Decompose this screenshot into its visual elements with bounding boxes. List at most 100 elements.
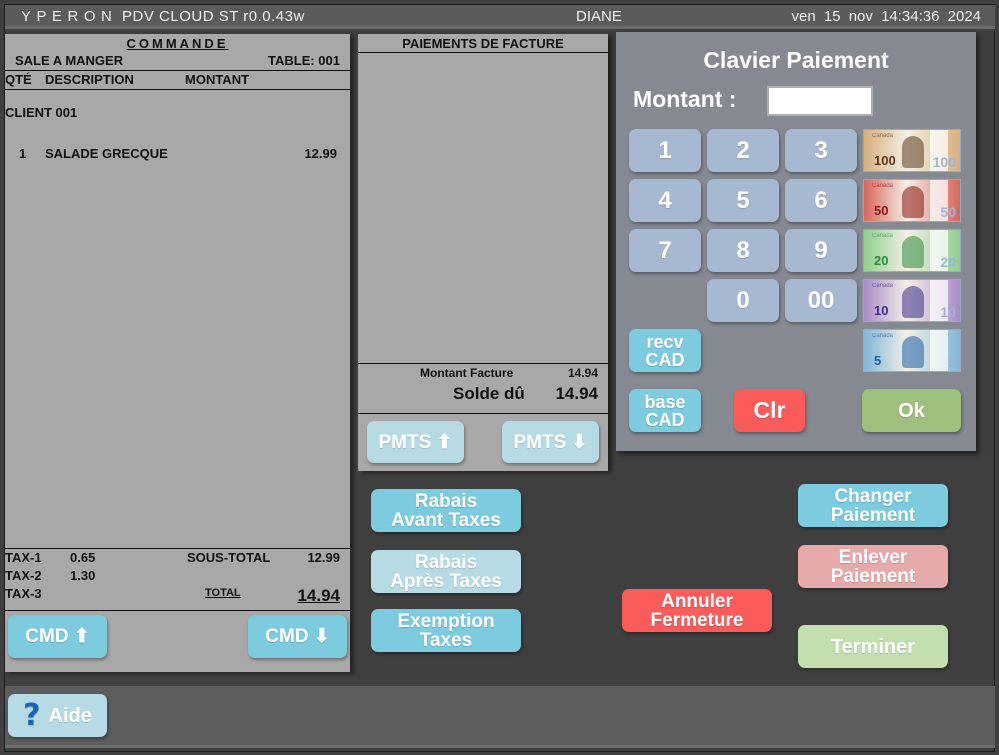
bill-country: Canada bbox=[872, 233, 894, 239]
remove-payment-button[interactable]: Enlever Paiement bbox=[798, 545, 948, 588]
dining-room: SALE A MANGER bbox=[15, 53, 124, 68]
tax-value: 1.30 bbox=[70, 568, 96, 583]
divider bbox=[358, 363, 608, 364]
finish-button[interactable]: Terminer bbox=[798, 625, 948, 668]
key-7[interactable]: 7 bbox=[629, 229, 701, 272]
key-4[interactable]: 4 bbox=[629, 179, 701, 222]
divider bbox=[358, 413, 608, 414]
bill-portrait-icon bbox=[902, 236, 924, 268]
bill-10-button[interactable]: Canada 10 10 bbox=[863, 279, 961, 322]
brand-name: YPERON bbox=[21, 8, 118, 25]
client-label: CLIENT 001 bbox=[5, 105, 78, 120]
app-title: YPERON PDV CLOUD ST r0.0.43w bbox=[21, 8, 305, 25]
payment-keypad-panel: Clavier Paiement Montant : 1 2 3 4 5 6 7… bbox=[616, 32, 976, 451]
key-8[interactable]: 8 bbox=[707, 229, 779, 272]
bill-corner-value: 50 bbox=[940, 204, 956, 220]
amount-input[interactable] bbox=[767, 86, 873, 116]
order-title: COMMANDE bbox=[126, 36, 229, 51]
item-qty: 1 bbox=[19, 146, 27, 161]
clear-button[interactable]: Clr bbox=[734, 389, 805, 432]
bill-country: Canada bbox=[872, 183, 894, 189]
bill-country: Canada bbox=[872, 333, 894, 339]
tax-exemption-button[interactable]: Exemption Taxes bbox=[371, 609, 521, 652]
bill-portrait-icon bbox=[902, 286, 924, 318]
title-bar: YPERON PDV CLOUD ST r0.0.43w DIANE ven 1… bbox=[5, 5, 995, 29]
payments-panel: PAIEMENTS DE FACTURE Montant Facture 14.… bbox=[358, 34, 608, 471]
divider bbox=[5, 610, 350, 611]
key-2[interactable]: 2 bbox=[707, 129, 779, 172]
button-line: Enlever bbox=[838, 546, 908, 568]
divider bbox=[5, 548, 350, 549]
user-name: DIANE bbox=[576, 8, 622, 25]
divider bbox=[5, 89, 350, 90]
discount-before-tax-button[interactable]: Rabais Avant Taxes bbox=[371, 489, 521, 532]
bill-denomination: 100 bbox=[874, 153, 896, 168]
button-line: Paiement bbox=[830, 565, 916, 587]
keypad-title: Clavier Paiement bbox=[703, 47, 889, 73]
recv-cad-line2: CAD bbox=[645, 349, 685, 370]
payments-scroll-down-button[interactable]: PMTS ⬇ bbox=[502, 421, 599, 463]
bill-denomination: 20 bbox=[874, 253, 889, 268]
bill-denomination: 5 bbox=[874, 353, 882, 368]
payments-list[interactable] bbox=[358, 53, 608, 363]
bill-50-button[interactable]: Canada 50 50 bbox=[863, 179, 961, 222]
button-line: Rabais bbox=[414, 551, 478, 573]
base-cad-line2: CAD bbox=[645, 409, 685, 430]
bill-portrait-icon bbox=[902, 136, 924, 168]
bill-5-button[interactable]: Canada 5 5 bbox=[863, 329, 961, 372]
table-number: TABLE: 001 bbox=[268, 53, 340, 68]
button-line: Paiement bbox=[830, 504, 916, 526]
key-1[interactable]: 1 bbox=[629, 129, 701, 172]
change-payment-button[interactable]: Changer Paiement bbox=[798, 484, 948, 527]
help-icon: ? bbox=[23, 697, 41, 733]
key-3[interactable]: 3 bbox=[785, 129, 857, 172]
payments-title: PAIEMENTS DE FACTURE bbox=[402, 36, 564, 51]
bill-hologram-strip bbox=[930, 330, 948, 371]
invoice-amount-label: Montant Facture bbox=[420, 366, 514, 380]
tax-label: TAX-2 bbox=[5, 568, 42, 583]
bill-20-button[interactable]: Canada 20 20 bbox=[863, 229, 961, 272]
bill-denomination: 50 bbox=[874, 203, 889, 218]
order-scroll-down-button[interactable]: CMD ⬇ bbox=[248, 615, 347, 658]
app-version: PDV CLOUD ST r0.0.43w bbox=[122, 8, 305, 25]
button-line: Taxes bbox=[419, 629, 473, 651]
help-button[interactable]: ? Aide bbox=[8, 694, 107, 737]
key-5[interactable]: 5 bbox=[707, 179, 779, 222]
tax-label: TAX-1 bbox=[5, 550, 42, 565]
item-description: SALADE GRECQUE bbox=[45, 146, 168, 161]
base-cad-line1: base bbox=[644, 391, 686, 412]
recv-cad-line1: recv bbox=[646, 331, 684, 352]
column-header-amount: MONTANT bbox=[185, 72, 250, 87]
tax-value: 0.65 bbox=[70, 550, 96, 565]
payments-scroll-up-button[interactable]: PMTS ⬆ bbox=[367, 421, 464, 463]
column-header-description: DESCRIPTION bbox=[45, 72, 134, 87]
discount-after-tax-button[interactable]: Rabais Après Taxes bbox=[371, 550, 521, 593]
button-line: Avant Taxes bbox=[391, 509, 501, 531]
button-line: Annuler bbox=[661, 590, 733, 612]
divider bbox=[5, 70, 350, 71]
bill-country: Canada bbox=[872, 283, 894, 289]
balance-due-value: 14.94 bbox=[555, 384, 598, 403]
key-0[interactable]: 0 bbox=[707, 279, 779, 322]
bill-corner-value: 20 bbox=[940, 254, 956, 270]
ok-button[interactable]: Ok bbox=[862, 389, 961, 432]
button-line: Fermeture bbox=[650, 609, 744, 631]
key-00[interactable]: 00 bbox=[785, 279, 857, 322]
bottom-bar: ? Aide bbox=[5, 686, 995, 748]
order-panel: COMMANDE SALE A MANGER TABLE: 001 QTÉ DE… bbox=[5, 34, 350, 672]
bill-portrait-icon bbox=[902, 336, 924, 368]
item-price: 12.99 bbox=[304, 146, 337, 161]
button-line: Rabais bbox=[414, 490, 478, 512]
invoice-amount-value: 14.94 bbox=[567, 366, 598, 380]
key-9[interactable]: 9 bbox=[785, 229, 857, 272]
base-cad-button[interactable]: base CAD bbox=[629, 389, 701, 432]
key-6[interactable]: 6 bbox=[785, 179, 857, 222]
cancel-closing-button[interactable]: Annuler Fermeture bbox=[622, 589, 772, 632]
bill-corner-value: 5 bbox=[948, 354, 956, 370]
bill-100-button[interactable]: Canada 100 100 bbox=[863, 129, 961, 172]
order-scroll-up-button[interactable]: CMD ⬆ bbox=[8, 615, 107, 658]
recv-cad-button[interactable]: recv CAD bbox=[629, 329, 701, 372]
column-header-qty: QTÉ bbox=[5, 72, 32, 87]
bill-denomination: 10 bbox=[874, 303, 889, 318]
button-line: Après Taxes bbox=[390, 570, 502, 592]
